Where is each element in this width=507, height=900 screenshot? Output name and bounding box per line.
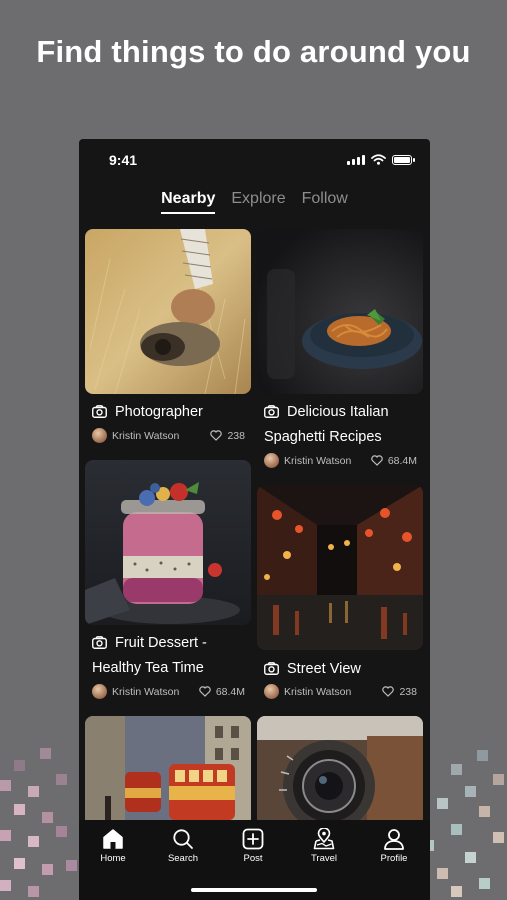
nav-home[interactable]: Home — [83, 828, 143, 864]
signal-icon — [347, 154, 365, 165]
card-title: Photographer — [115, 404, 203, 420]
camera-photo[interactable] — [257, 716, 423, 826]
likes[interactable]: 238 — [210, 430, 245, 442]
heart-icon — [382, 686, 395, 697]
likes-count: 238 — [399, 685, 417, 698]
photographer-photo[interactable] — [85, 229, 251, 394]
tab-explore[interactable]: Explore — [231, 190, 285, 214]
likes-count: 68.4M — [215, 685, 245, 698]
likes-count: 68.4M — [387, 454, 417, 467]
nav-travel[interactable]: Travel — [294, 828, 354, 864]
card-meta-photographer: Kristin Watson 238 — [92, 428, 251, 443]
user-icon — [384, 829, 404, 850]
camera-icon — [92, 405, 107, 418]
card-title: Street View — [287, 661, 361, 677]
camera-icon — [264, 405, 279, 418]
card-meta-spaghetti: Kristin Watson 68.4M — [264, 453, 423, 468]
feed-grid: Photographer Kristin Watson 238 Deliciou… — [85, 229, 424, 826]
street-view-photo[interactable] — [257, 485, 423, 650]
card-title-line2: Spaghetti Recipes — [264, 429, 382, 445]
card-title-fruit-dessert[interactable]: Fruit Dessert - — [92, 631, 252, 656]
home-indicator[interactable] — [191, 888, 317, 892]
status-icons — [347, 154, 415, 165]
heart-icon — [371, 455, 383, 466]
nav-label: Profile — [380, 853, 408, 864]
camera-icon — [264, 662, 279, 675]
headline: Find things to do around you — [36, 34, 471, 69]
home-icon — [103, 829, 123, 849]
likes[interactable]: 68.4M — [199, 686, 245, 698]
fruit-dessert-photo[interactable] — [85, 460, 251, 625]
card-meta-street-view: Kristin Watson 238 — [264, 684, 423, 699]
avatar — [264, 684, 279, 699]
author-name: Kristin Watson — [284, 685, 352, 698]
battery-icon — [392, 155, 415, 165]
nav-label: Home — [100, 853, 126, 864]
phone-screen: 9:41 Nearby Explore Follow Photographer … — [79, 139, 430, 900]
avatar — [264, 453, 279, 468]
card-meta-fruit-dessert: Kristin Watson 68.4M — [92, 684, 251, 699]
card-title: Fruit Dessert - — [115, 635, 207, 651]
feed-tabs: Nearby Explore Follow — [79, 190, 430, 214]
author-name: Kristin Watson — [284, 454, 352, 467]
plus-square-icon — [242, 828, 264, 850]
bottom-nav: Home Search Post Travel Profile — [79, 820, 430, 900]
spaghetti-photo[interactable] — [257, 229, 423, 394]
card-title-line2: Healthy Tea Time — [92, 660, 204, 676]
tram-photo[interactable] — [85, 716, 251, 826]
card-title-fruit-dessert-line2: Healthy Tea Time — [92, 656, 204, 681]
pixel-mosaic-right — [417, 740, 507, 900]
heart-icon — [210, 430, 223, 441]
nav-label: Post — [243, 853, 263, 864]
avatar — [92, 684, 107, 699]
map-pin-icon — [313, 828, 335, 850]
author-name: Kristin Watson — [112, 685, 180, 698]
nav-label: Travel — [310, 853, 338, 864]
nav-label: Search — [167, 853, 199, 864]
heart-icon — [199, 686, 211, 697]
card-title-photographer[interactable]: Photographer — [92, 400, 203, 425]
tab-nearby[interactable]: Nearby — [161, 190, 216, 214]
pixel-mosaic-left — [0, 740, 90, 900]
card-title-spaghetti-line2: Spaghetti Recipes — [264, 425, 382, 450]
likes-count: 238 — [227, 429, 245, 442]
avatar — [92, 428, 107, 443]
tab-follow[interactable]: Follow — [302, 190, 348, 214]
nav-profile[interactable]: Profile — [364, 828, 424, 864]
camera-icon — [92, 636, 107, 649]
nav-post[interactable]: Post — [223, 828, 283, 864]
status-time: 9:41 — [109, 152, 138, 168]
wifi-icon — [371, 154, 386, 165]
nav-search[interactable]: Search — [153, 828, 213, 864]
search-icon — [173, 829, 193, 849]
status-bar: 9:41 — [79, 151, 430, 171]
author-name: Kristin Watson — [112, 429, 180, 442]
card-title-spaghetti[interactable]: Delicious Italian — [264, 400, 424, 425]
card-title: Delicious Italian — [287, 404, 389, 420]
likes[interactable]: 238 — [382, 686, 417, 698]
card-title-street-view[interactable]: Street View — [264, 657, 361, 682]
likes[interactable]: 68.4M — [371, 455, 417, 467]
